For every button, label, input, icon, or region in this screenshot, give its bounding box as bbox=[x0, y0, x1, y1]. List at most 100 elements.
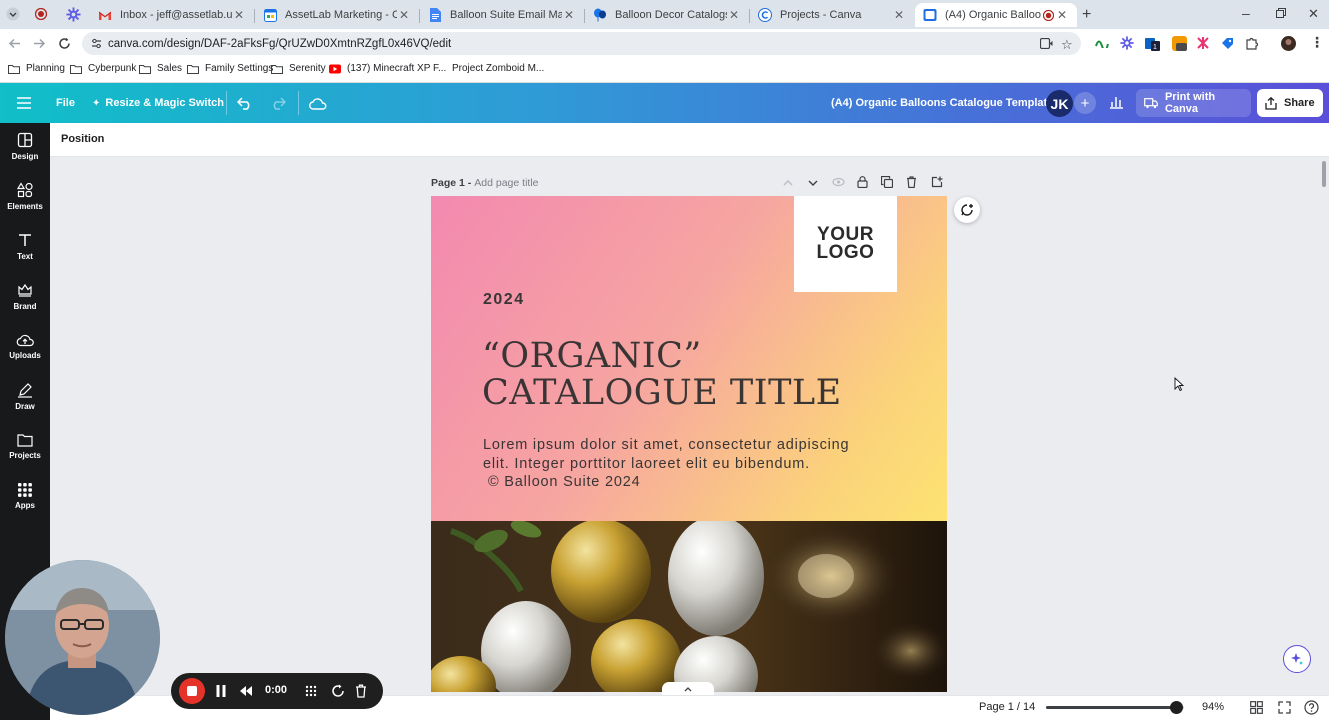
year-text[interactable]: 2024 bbox=[483, 291, 525, 309]
close-tab-icon[interactable]: ✕ bbox=[232, 8, 246, 22]
page-indicator[interactable]: Page 1 / 14 bbox=[979, 701, 1035, 713]
extensions-puzzle-icon[interactable] bbox=[1245, 36, 1259, 50]
bookmark-folder[interactable]: Planning bbox=[8, 63, 65, 74]
bookmark-link[interactable]: Project Zomboid M... bbox=[452, 63, 544, 74]
close-tab-icon[interactable]: ✕ bbox=[397, 8, 411, 22]
share-button[interactable]: Share bbox=[1257, 89, 1323, 117]
bookmark-link[interactable]: (137) Minecraft XP F... bbox=[329, 63, 446, 74]
grid-dots-icon[interactable] bbox=[304, 684, 318, 698]
tab-search-button[interactable] bbox=[6, 7, 20, 21]
calendar-icon bbox=[263, 8, 277, 22]
discard-recording-icon[interactable] bbox=[355, 684, 367, 698]
resize-magic-switch-button[interactable]: ✦ Resize & Magic Switch bbox=[92, 83, 224, 123]
minimize-window-icon[interactable]: – bbox=[1242, 5, 1250, 21]
page-up-icon[interactable] bbox=[783, 179, 793, 187]
close-window-icon[interactable]: ✕ bbox=[1308, 6, 1319, 22]
bookmark-star-icon[interactable]: ☆ bbox=[1061, 37, 1073, 53]
body-paragraph[interactable]: Lorem ipsum dolor sit amet, consectetur … bbox=[483, 436, 849, 492]
print-with-canva-button[interactable]: Print with Canva bbox=[1136, 89, 1251, 117]
extension-outlook-icon[interactable]: 1 bbox=[1145, 36, 1160, 51]
insights-button[interactable] bbox=[1101, 87, 1131, 117]
extension-pink-icon[interactable] bbox=[1197, 37, 1209, 49]
comment-plus-icon bbox=[961, 204, 973, 216]
delete-page-icon[interactable] bbox=[906, 176, 917, 188]
close-tab-icon[interactable]: ✕ bbox=[892, 8, 906, 22]
page-title-input[interactable]: Add page title bbox=[474, 177, 538, 189]
show-pages-toggle[interactable] bbox=[662, 682, 714, 695]
rail-item-uploads[interactable]: Uploads bbox=[0, 323, 50, 369]
rewind-button[interactable] bbox=[239, 684, 253, 698]
cloud-save-status[interactable] bbox=[309, 83, 327, 123]
rail-item-apps[interactable]: Apps bbox=[0, 473, 50, 519]
lock-page-icon[interactable] bbox=[857, 176, 868, 188]
screen-cast-icon[interactable] bbox=[1040, 38, 1053, 49]
fullscreen-icon[interactable] bbox=[1278, 701, 1291, 714]
position-button[interactable]: Position bbox=[61, 133, 104, 145]
site-settings-icon[interactable] bbox=[91, 38, 102, 49]
browser-tab-balloon-decor[interactable]: Balloon Decor Catalogs by Ballo ✕ bbox=[585, 3, 749, 27]
grid-view-icon[interactable] bbox=[1250, 701, 1263, 714]
help-icon[interactable] bbox=[1304, 700, 1319, 715]
add-page-icon[interactable] bbox=[931, 176, 943, 188]
restore-window-icon[interactable] bbox=[1276, 8, 1286, 18]
pause-recording-button[interactable] bbox=[215, 684, 227, 698]
profile-avatar[interactable] bbox=[1281, 36, 1296, 51]
forward-icon[interactable] bbox=[33, 37, 46, 50]
back-icon[interactable] bbox=[8, 37, 21, 50]
new-tab-plus-icon[interactable]: + bbox=[1082, 6, 1091, 24]
bookmark-folder[interactable]: Cyberpunk bbox=[70, 63, 136, 74]
zoom-slider-handle[interactable] bbox=[1169, 701, 1183, 714]
browser-tab-active-canva[interactable]: (A4) Organic Balloons Cata ✕ bbox=[915, 3, 1077, 27]
webcam-bubble[interactable] bbox=[5, 560, 160, 715]
document-title[interactable]: (A4) Organic Balloons Catalogue Template bbox=[831, 83, 1053, 123]
extension-badge-icon[interactable] bbox=[1172, 36, 1187, 51]
stop-recording-button[interactable] bbox=[179, 678, 205, 704]
redo-button[interactable] bbox=[270, 83, 286, 123]
bookmark-folder[interactable]: Family Settings bbox=[187, 63, 273, 74]
browser-menu-icon[interactable]: ⋮ bbox=[1310, 34, 1324, 51]
page-down-icon[interactable] bbox=[808, 179, 818, 187]
extension-green-icon[interactable] bbox=[1095, 38, 1109, 48]
rail-item-brand[interactable]: Brand bbox=[0, 273, 50, 319]
pen-icon bbox=[18, 382, 32, 398]
rail-item-design[interactable]: Design bbox=[0, 123, 50, 169]
undo-button[interactable] bbox=[237, 83, 253, 123]
design-page[interactable]: YOUR LOGO 2024 “ORGANIC” CATALOGUE TITLE… bbox=[431, 196, 947, 692]
add-collaborator-icon[interactable]: + bbox=[1074, 92, 1096, 114]
add-comment-button[interactable] bbox=[954, 197, 980, 223]
browser-tab-inbox[interactable]: Inbox - jeff@assetlab.us - Asse ✕ bbox=[90, 3, 254, 27]
rail-item-text[interactable]: Text bbox=[0, 223, 50, 269]
close-tab-icon[interactable]: ✕ bbox=[562, 8, 576, 22]
bookmark-folder[interactable]: Serenity bbox=[271, 63, 326, 74]
browser-tab-calendar[interactable]: AssetLab Marketing - Calendar ✕ bbox=[255, 3, 419, 27]
main-menu-button[interactable] bbox=[16, 83, 32, 123]
rail-item-elements[interactable]: Elements bbox=[0, 173, 50, 219]
rail-item-projects[interactable]: Projects bbox=[0, 423, 50, 469]
file-menu-button[interactable]: File bbox=[56, 83, 75, 123]
reload-icon[interactable] bbox=[58, 37, 71, 50]
magic-assistant-button[interactable] bbox=[1283, 645, 1311, 673]
bar-chart-icon bbox=[1109, 97, 1123, 109]
close-tab-icon[interactable]: ✕ bbox=[727, 8, 741, 22]
brand-crown-icon bbox=[18, 283, 32, 297]
balloons-photo[interactable] bbox=[431, 521, 947, 692]
extension-tag-icon[interactable] bbox=[1221, 37, 1234, 50]
bookmark-folder[interactable]: Sales bbox=[139, 63, 182, 74]
extension-gear-icon[interactable] bbox=[1120, 36, 1134, 50]
extension-gear-icon[interactable] bbox=[66, 7, 81, 22]
close-tab-icon[interactable]: ✕ bbox=[1055, 8, 1069, 22]
browser-tab-projects-canva[interactable]: Projects - Canva ✕ bbox=[750, 3, 914, 27]
rail-item-draw[interactable]: Draw bbox=[0, 373, 50, 419]
logo-placeholder[interactable]: YOUR LOGO bbox=[794, 196, 897, 292]
browser-tab-docs[interactable]: Balloon Suite Email Marketing ✕ bbox=[420, 3, 584, 27]
hide-page-icon[interactable] bbox=[832, 177, 845, 187]
zoom-level[interactable]: 94% bbox=[1202, 701, 1224, 713]
duplicate-page-icon[interactable] bbox=[881, 176, 893, 188]
collaborator-avatar[interactable]: JK bbox=[1046, 90, 1073, 117]
address-bar[interactable]: canva.com/design/DAF-2aFksFg/QrUZwD0Xmtn… bbox=[82, 32, 1081, 55]
redo-icon bbox=[273, 97, 286, 110]
vertical-scrollbar[interactable] bbox=[1322, 161, 1326, 187]
restart-recording-icon[interactable] bbox=[331, 684, 345, 698]
zoom-slider-track[interactable] bbox=[1046, 701, 1184, 714]
catalogue-title[interactable]: “ORGANIC” CATALOGUE TITLE bbox=[482, 338, 842, 412]
